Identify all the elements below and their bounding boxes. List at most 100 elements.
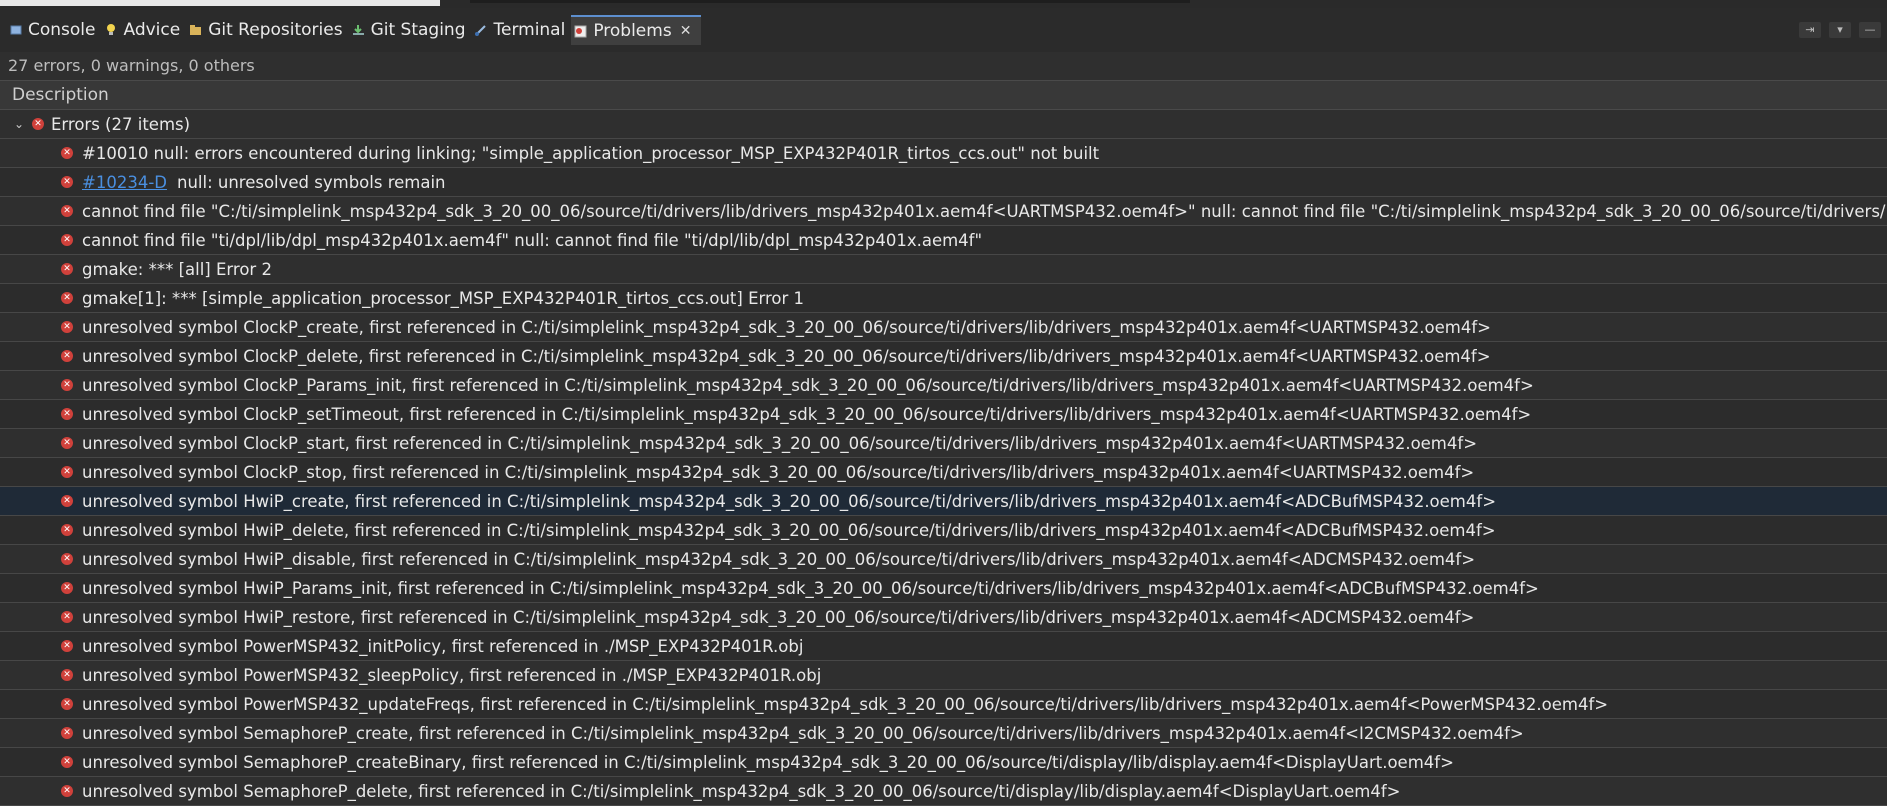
problem-description: unresolved symbol PowerMSP432_initPolicy… — [82, 636, 804, 656]
problem-row[interactable]: ✕ unresolved symbol ClockP_setTimeout, fi… — [0, 400, 1887, 429]
error-icon: ✕ — [61, 698, 73, 710]
problem-row[interactable]: ✕ unresolved symbol ClockP_delete, first … — [0, 342, 1887, 371]
problem-description: gmake[1]: *** [simple_application_proces… — [82, 288, 805, 308]
problem-row[interactable]: ✕ #10234-D null: unresolved symbols remai… — [0, 168, 1887, 197]
chevron-down-icon[interactable]: ⌄ — [14, 117, 32, 131]
focus-icon[interactable]: ⇥ — [1799, 22, 1821, 38]
tab-label: Git Repositories — [208, 20, 343, 40]
problem-row[interactable]: ✕ unresolved symbol HwiP_create, first re… — [0, 487, 1887, 516]
problem-description: unresolved symbol HwiP_create, first ref… — [82, 491, 1497, 511]
problem-description: unresolved symbol ClockP_stop, first ref… — [82, 462, 1475, 482]
problem-row[interactable]: ✕ unresolved symbol HwiP_restore, first r… — [0, 603, 1887, 632]
tab-git-repositories[interactable]: Git Repositories — [186, 15, 348, 45]
error-icon: ✕ — [61, 379, 73, 391]
problems-icon — [574, 25, 587, 38]
tab-label: Problems — [593, 21, 672, 41]
tab-label: Git Staging — [370, 20, 466, 40]
problem-description: unresolved symbol PowerMSP432_updateFreq… — [82, 694, 1609, 714]
problem-description: unresolved symbol ClockP_create, first r… — [82, 317, 1491, 337]
problem-row[interactable]: ✕ unresolved symbol SemaphoreP_delete, fi… — [0, 777, 1887, 806]
console-icon — [9, 24, 22, 37]
problem-description: unresolved symbol SemaphoreP_delete, fir… — [82, 781, 1401, 801]
problem-description: unresolved symbol ClockP_start, first re… — [82, 433, 1478, 453]
lightbulb-icon — [105, 24, 118, 37]
error-icon: ✕ — [61, 350, 73, 362]
problem-row[interactable]: ✕ #10010 null: errors encountered during … — [0, 139, 1887, 168]
error-group-row[interactable]: ⌄ ✕ Errors (27 items) — [0, 110, 1887, 139]
problem-row[interactable]: ✕ unresolved symbol ClockP_start, first r… — [0, 429, 1887, 458]
view-tab-bar: Console Advice Git Repositories Git Stag… — [0, 8, 1887, 52]
problem-description: unresolved symbol ClockP_delete, first r… — [82, 346, 1491, 366]
tab-advice[interactable]: Advice — [102, 15, 187, 45]
problem-description: unresolved symbol PowerMSP432_sleepPolic… — [82, 665, 822, 685]
problem-row[interactable]: ✕ gmake[1]: *** [simple_application_proce… — [0, 284, 1887, 313]
problem-description: unresolved symbol HwiP_Params_init, firs… — [82, 578, 1539, 598]
error-icon: ✕ — [61, 147, 73, 159]
error-icon: ✕ — [61, 524, 73, 536]
error-icon: ✕ — [61, 553, 73, 565]
problem-row[interactable]: ✕ unresolved symbol SemaphoreP_createBina… — [0, 748, 1887, 777]
error-icon: ✕ — [61, 640, 73, 652]
problem-description: cannot find file "ti/dpl/lib/dpl_msp432p… — [82, 230, 983, 250]
problem-row[interactable]: ✕ unresolved symbol ClockP_stop, first re… — [0, 458, 1887, 487]
problem-row[interactable]: ✕ unresolved symbol ClockP_Params_init, f… — [0, 371, 1887, 400]
problem-description: unresolved symbol SemaphoreP_create, fir… — [82, 723, 1524, 743]
terminal-icon — [474, 24, 487, 37]
problem-description: unresolved symbol ClockP_setTimeout, fir… — [82, 404, 1532, 424]
tab-label: Advice — [123, 20, 181, 40]
error-icon: ✕ — [61, 408, 73, 420]
tab-label: Terminal — [493, 20, 566, 40]
error-icon: ✕ — [61, 234, 73, 246]
column-header-description[interactable]: Description — [0, 80, 1887, 110]
top-strip — [0, 0, 1887, 8]
problems-summary: 27 errors, 0 warnings, 0 others — [0, 52, 1887, 80]
problem-row[interactable]: ✕ unresolved symbol HwiP_Params_init, fir… — [0, 574, 1887, 603]
problem-row[interactable]: ✕ unresolved symbol ClockP_create, first … — [0, 313, 1887, 342]
error-icon: ✕ — [61, 727, 73, 739]
error-code-link[interactable]: #10234-D — [82, 173, 167, 192]
problem-description: unresolved symbol HwiP_restore, first re… — [82, 607, 1475, 627]
minimize-icon[interactable]: — — [1859, 22, 1881, 38]
error-icon: ✕ — [61, 205, 73, 217]
problem-row[interactable]: ✕ cannot find file "ti/dpl/lib/dpl_msp432… — [0, 226, 1887, 255]
problem-description: cannot find file "C:/ti/simplelink_msp43… — [82, 201, 1887, 221]
error-icon: ✕ — [32, 118, 44, 130]
git-repo-icon — [189, 24, 202, 37]
tab-label: Console — [28, 20, 96, 40]
error-icon: ✕ — [61, 292, 73, 304]
tab-git-staging[interactable]: Git Staging — [349, 15, 472, 45]
error-icon: ✕ — [61, 669, 73, 681]
view-toolbar: ⇥ ▾ — — [1799, 22, 1881, 38]
problem-row[interactable]: ✕ unresolved symbol PowerMSP432_updateFre… — [0, 690, 1887, 719]
error-icon: ✕ — [61, 582, 73, 594]
problem-row[interactable]: ✕ cannot find file "C:/ti/simplelink_msp4… — [0, 197, 1887, 226]
error-icon: ✕ — [61, 495, 73, 507]
problem-row[interactable]: ✕ unresolved symbol HwiP_delete, first re… — [0, 516, 1887, 545]
error-icon: ✕ — [61, 611, 73, 623]
error-icon: ✕ — [61, 785, 73, 797]
error-icon: ✕ — [61, 466, 73, 478]
problem-description: #10010 null: errors encountered during l… — [82, 143, 1100, 163]
error-icon: ✕ — [61, 321, 73, 333]
problem-row[interactable]: ✕ gmake: *** [all] Error 2 — [0, 255, 1887, 284]
error-icon: ✕ — [61, 263, 73, 275]
problems-tree: ⌄ ✕ Errors (27 items) ✕ #10010 null: erro… — [0, 110, 1887, 806]
problem-description: gmake: *** [all] Error 2 — [82, 259, 272, 279]
tab-terminal[interactable]: Terminal — [471, 15, 571, 45]
problem-row[interactable]: ✕ unresolved symbol PowerMSP432_initPolic… — [0, 632, 1887, 661]
problem-row[interactable]: ✕ unresolved symbol SemaphoreP_create, fi… — [0, 719, 1887, 748]
problem-description: unresolved symbol ClockP_Params_init, fi… — [82, 375, 1534, 395]
error-icon: ✕ — [61, 176, 73, 188]
git-staging-icon — [352, 24, 365, 37]
close-icon[interactable]: ✕ — [680, 23, 692, 39]
problem-row[interactable]: ✕ unresolved symbol HwiP_disable, first r… — [0, 545, 1887, 574]
error-icon: ✕ — [61, 756, 73, 768]
editor-edge — [0, 0, 440, 6]
tab-console[interactable]: Console — [6, 15, 102, 45]
divider — [470, 0, 1190, 3]
problem-description: unresolved symbol HwiP_disable, first re… — [82, 549, 1476, 569]
view-menu-icon[interactable]: ▾ — [1829, 22, 1851, 38]
problem-row[interactable]: ✕ unresolved symbol PowerMSP432_sleepPoli… — [0, 661, 1887, 690]
problem-description: unresolved symbol HwiP_delete, first ref… — [82, 520, 1496, 540]
tab-problems[interactable]: Problems ✕ — [571, 15, 702, 45]
